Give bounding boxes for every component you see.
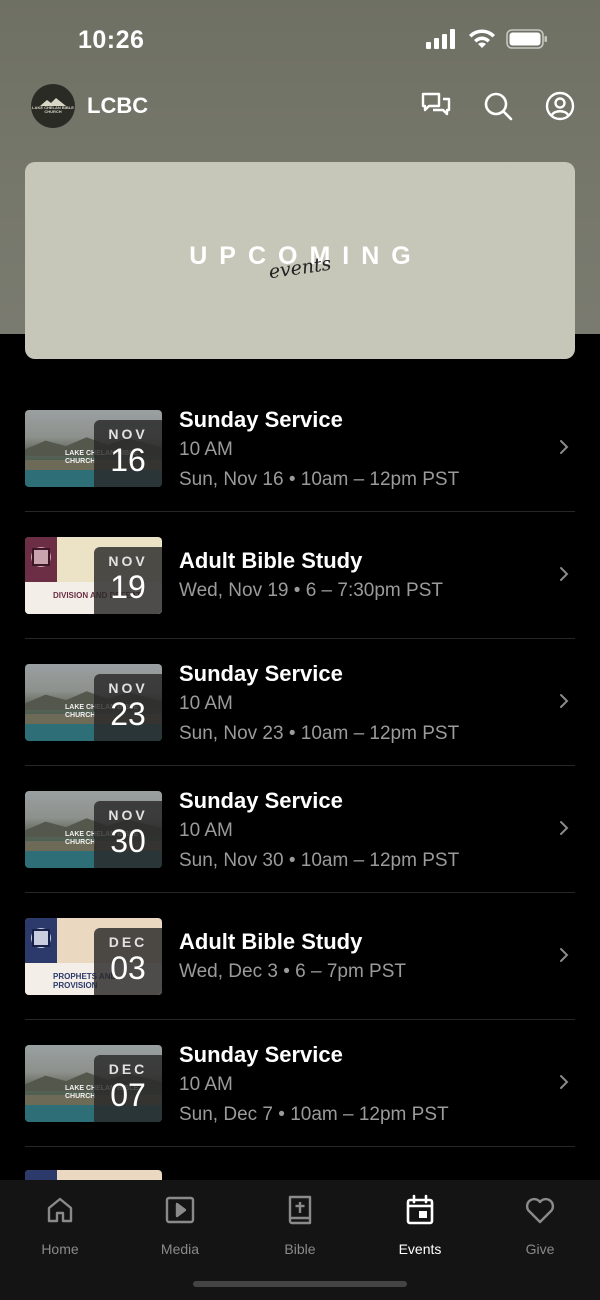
- event-thumbnail: LAKE CHELAN BIBLE CHURCH NOV 23: [25, 664, 162, 741]
- heart-icon: [525, 1197, 555, 1224]
- event-day: 30: [110, 823, 146, 859]
- event-thumbnail: LAKE CHELAN BIBLE CHURCH NOV 30: [25, 791, 162, 868]
- event-thumbnail: LAKE CHELAN BIBLE CHURCH DEC 07: [25, 1045, 162, 1122]
- event-month: NOV: [108, 426, 148, 442]
- chat-button[interactable]: [420, 90, 452, 122]
- status-icons: [426, 29, 548, 49]
- tab-label: Media: [160, 1241, 200, 1257]
- event-thumbnail: LAKE CHELAN BIBLE CHURCH NOV 16: [25, 410, 162, 487]
- event-row[interactable]: LAKE CHELAN BIBLE CHURCH NOV 23 Sunday S…: [25, 639, 575, 766]
- event-row[interactable]: DIVISION AND DEFEAT NOV 19 Adult Bible S…: [25, 512, 575, 639]
- status-time: 10:26: [78, 26, 145, 54]
- event-title: Sunday Service: [179, 661, 343, 686]
- event-row[interactable]: PROPHETS AND PROVISION DEC 03 Adult Bibl…: [25, 893, 575, 1020]
- tab-give[interactable]: Give: [490, 1194, 590, 1257]
- event-row[interactable]: LAKE CHELAN BIBLE CHURCH NOV 30 Sunday S…: [25, 766, 575, 893]
- event-info: Sunday Service 10 AM Sun, Nov 16 • 10am …: [179, 407, 459, 491]
- event-day: 19: [110, 569, 146, 605]
- date-badge: NOV 30: [94, 801, 162, 868]
- logo-text: LAKE CHELAN BIBLE CHURCH: [32, 105, 74, 114]
- event-day: 16: [110, 442, 146, 478]
- event-datetime: Wed, Nov 19 • 6 – 7:30pm PST: [179, 580, 443, 601]
- upcoming-events-banner[interactable]: UPCOMING events: [25, 162, 575, 359]
- tab-bible[interactable]: Bible: [250, 1194, 350, 1257]
- search-button[interactable]: [482, 90, 514, 122]
- event-month: NOV: [108, 553, 148, 569]
- date-badge: NOV 23: [94, 674, 162, 741]
- event-datetime: Sun, Nov 30 • 10am – 12pm PST: [179, 850, 460, 871]
- battery-icon: [506, 29, 547, 49]
- study-art-icon: [25, 918, 57, 963]
- home-icon: [47, 1197, 73, 1223]
- tab-media[interactable]: Media: [130, 1194, 230, 1257]
- event-title: Adult Bible Study: [179, 929, 363, 954]
- chevron-right-icon: [560, 1075, 569, 1089]
- event-subtitle: 10 AM: [179, 1074, 233, 1095]
- event-datetime: Sun, Nov 23 • 10am – 12pm PST: [179, 723, 460, 744]
- event-month: NOV: [108, 680, 148, 696]
- event-month: DEC: [108, 1061, 148, 1077]
- tab-label: Home: [41, 1241, 79, 1257]
- event-datetime: Sun, Dec 7 • 10am – 12pm PST: [179, 1104, 449, 1125]
- chevron-right-icon: [560, 821, 569, 835]
- event-subtitle: 10 AM: [179, 820, 233, 841]
- bible-icon: [288, 1195, 312, 1225]
- event-info: Sunday Service 10 AM Sun, Dec 7 • 10am –…: [179, 1042, 449, 1126]
- event-title: Sunday Service: [179, 1042, 343, 1067]
- tab-label: Events: [398, 1241, 442, 1257]
- media-icon: [165, 1196, 195, 1224]
- search-icon: [484, 92, 513, 121]
- event-title: Adult Bible Study: [179, 548, 363, 573]
- tab-home[interactable]: Home: [10, 1194, 110, 1257]
- event-datetime: Sun, Nov 16 • 10am – 12pm PST: [179, 469, 460, 490]
- date-badge: NOV 16: [94, 420, 162, 487]
- event-subtitle: 10 AM: [179, 439, 233, 460]
- profile-icon: [545, 91, 575, 121]
- event-thumbnail: PROPHETS AND PROVISION DEC 03: [25, 918, 162, 995]
- event-day: 07: [110, 1077, 146, 1113]
- event-title: Sunday Service: [179, 788, 343, 813]
- chevron-right-icon: [560, 694, 569, 708]
- top-actions: [420, 90, 576, 122]
- tab-events[interactable]: Events: [370, 1194, 470, 1257]
- event-month: DEC: [108, 934, 148, 950]
- signal-icon: [426, 29, 455, 49]
- event-info: Sunday Service 10 AM Sun, Nov 30 • 10am …: [179, 788, 459, 872]
- date-badge: NOV 19: [94, 547, 162, 614]
- calendar-icon: [406, 1194, 434, 1225]
- study-art-icon: [25, 537, 57, 582]
- event-title: Sunday Service: [179, 407, 343, 432]
- event-row[interactable]: LAKE CHELAN BIBLE CHURCH DEC 07 Sunday S…: [25, 1020, 575, 1147]
- date-badge: DEC 03: [94, 928, 162, 995]
- events-list: LAKE CHELAN BIBLE CHURCH NOV 16 Sunday S…: [25, 385, 575, 1147]
- church-logo[interactable]: LAKE CHELAN BIBLE CHURCH: [31, 84, 75, 128]
- chevron-right-icon: [560, 567, 569, 581]
- event-month: NOV: [108, 807, 148, 823]
- event-day: 03: [110, 950, 146, 986]
- event-row[interactable]: LAKE CHELAN BIBLE CHURCH NOV 16 Sunday S…: [25, 385, 575, 512]
- event-day: 23: [110, 696, 146, 732]
- chevron-right-icon: [560, 440, 569, 454]
- chat-icon: [421, 92, 451, 116]
- profile-button[interactable]: [544, 90, 576, 122]
- event-info: Adult Bible Study Wed, Dec 3 • 6 – 7pm P…: [179, 929, 406, 983]
- event-thumbnail: DIVISION AND DEFEAT NOV 19: [25, 537, 162, 614]
- wifi-icon: [469, 29, 495, 48]
- date-badge: DEC 07: [94, 1055, 162, 1122]
- tab-label: Give: [525, 1241, 555, 1257]
- event-subtitle: 10 AM: [179, 693, 233, 714]
- chevron-right-icon: [560, 948, 569, 962]
- event-info: Adult Bible Study Wed, Nov 19 • 6 – 7:30…: [179, 548, 443, 602]
- tab-label: Bible: [284, 1241, 316, 1257]
- home-indicator[interactable]: [193, 1281, 407, 1287]
- event-datetime: Wed, Dec 3 • 6 – 7pm PST: [179, 961, 407, 982]
- event-info: Sunday Service 10 AM Sun, Nov 23 • 10am …: [179, 661, 459, 745]
- status-bar: 10:26: [0, 0, 600, 80]
- app-name: LCBC: [87, 93, 149, 118]
- app-bar: LAKE CHELAN BIBLE CHURCH LCBC: [0, 80, 600, 132]
